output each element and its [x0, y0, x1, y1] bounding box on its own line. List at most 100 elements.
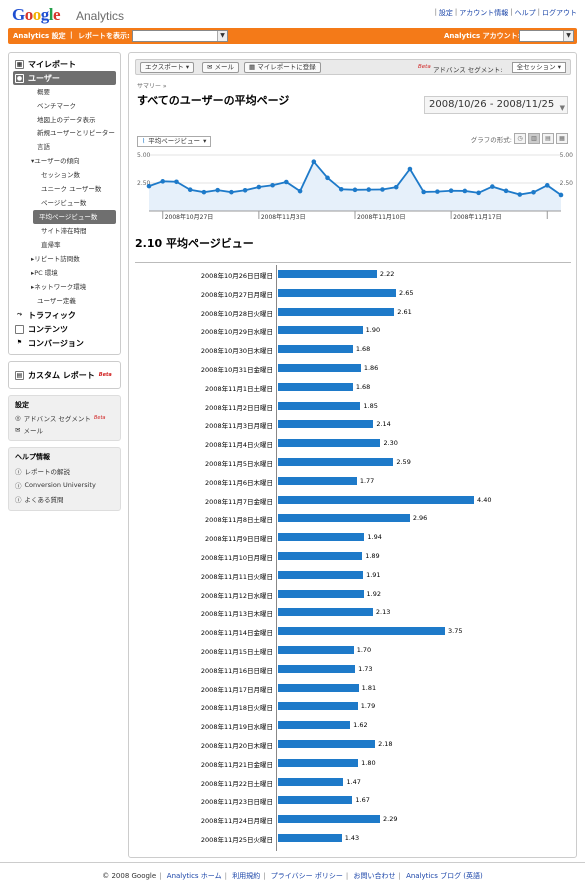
data-point: [448, 188, 454, 194]
data-point: [462, 188, 468, 194]
help-icon: ⓘ: [15, 468, 22, 476]
clock-icon[interactable]: ◷: [514, 133, 526, 144]
add-to-dashboard-button[interactable]: ▦ マイレポートに登録: [244, 62, 321, 73]
account-select[interactable]: ▼: [519, 30, 574, 42]
page-title: すべてのユーザーの平均ページ: [137, 94, 290, 107]
month-view-icon[interactable]: ▦: [556, 133, 568, 144]
bar-row: 2008年11月3日月曜日 2.14: [135, 415, 571, 434]
nav-my-report[interactable]: ▦ マイレポート: [13, 57, 116, 71]
nav-network-properties[interactable]: ▸ネットワーク環境: [13, 280, 116, 294]
data-point: [325, 175, 330, 181]
segment-select[interactable]: 全セッション ▾: [511, 62, 566, 73]
data-point: [215, 187, 220, 193]
category-label: 2008年11月25日火曜日: [200, 835, 273, 844]
email-button-label: メール: [214, 63, 235, 71]
nav-browser-capabilities[interactable]: ▸PC 環境: [13, 266, 116, 280]
category-label: 2008年11月24日月曜日: [200, 817, 273, 826]
report-select[interactable]: ▼: [132, 30, 228, 42]
footer-link-terms[interactable]: 利用規約: [232, 872, 260, 880]
bar-row: 2008年11月4日火曜日 2.30: [135, 434, 571, 453]
export-button[interactable]: エクスポート ▾: [140, 62, 195, 73]
bar-value-label: 1.47: [346, 777, 361, 786]
nav-users[interactable]: ● ユーザー: [13, 71, 116, 85]
nav-time-on-site[interactable]: サイト滞在時間: [13, 224, 116, 238]
top-links: | 設定 | アカウント情報 | ヘルプ | ログアウト: [434, 8, 577, 18]
footer-link-home[interactable]: Analytics ホーム: [167, 872, 222, 880]
nav-content-label: コンテンツ: [28, 324, 68, 334]
email-link[interactable]: ✉ メール: [13, 424, 116, 436]
help-link-report[interactable]: ⓘ レポートの解説: [13, 464, 116, 478]
help-link-faq[interactable]: ⓘ よくある質問: [13, 492, 116, 506]
advanced-segment-label: アドバンス セグメント:: [433, 66, 503, 74]
nav-user-trend[interactable]: ▾ユーザーの傾向: [13, 154, 116, 168]
nav-overview[interactable]: 概要: [13, 85, 116, 99]
nav-new-vs-returning[interactable]: 新規ユーザーとリピーター: [13, 127, 116, 140]
category-label: 2008年11月11日火曜日: [200, 572, 273, 581]
day-view-icon[interactable]: ▥: [528, 133, 540, 144]
week-view-icon[interactable]: ▤: [542, 133, 554, 144]
date-range-picker[interactable]: 2008/10/26 - 2008/11/25 ▼: [424, 96, 568, 114]
segment-select-value: 全セッション: [516, 63, 556, 71]
bar-row: 2008年10月31日金曜日 1.86: [135, 359, 571, 378]
category-label: 2008年11月3日月曜日: [205, 422, 273, 431]
data-point: [490, 184, 495, 189]
nav-traffic[interactable]: ⤳ トラフィック: [13, 308, 116, 322]
nav-languages[interactable]: 言語: [13, 140, 116, 154]
bar: [278, 345, 353, 354]
category-label: 2008年10月27日月曜日: [200, 290, 273, 299]
nav-custom-report[interactable]: ▤ カスタム レポート Beta: [13, 368, 116, 382]
nav-network-properties-label: ネットワーク環境: [34, 283, 87, 291]
settings-link[interactable]: 設定: [439, 8, 453, 18]
logout-link[interactable]: ログアウト: [542, 8, 577, 18]
breadcrumb[interactable]: サマリー »: [137, 81, 167, 90]
nav-traffic-label: トラフィック: [28, 310, 76, 320]
account-info-link[interactable]: アカウント情報: [459, 8, 508, 18]
nav-user-defined[interactable]: ユーザー定義: [13, 294, 116, 308]
category-label: 2008年11月14日金曜日: [200, 629, 273, 638]
data-point: [407, 166, 413, 172]
metric-select[interactable]: ⌇ 平均ページビュー ▾: [137, 136, 212, 147]
footer-link-contact[interactable]: お問い合わせ: [353, 872, 395, 880]
email-button[interactable]: ✉ メール: [202, 62, 240, 73]
google-logo[interactable]: Google: [12, 5, 61, 25]
bar: [278, 288, 397, 297]
bar-value-label: 2.65: [399, 288, 414, 297]
footer-link-privacy[interactable]: プライバシー ポリシー: [271, 872, 343, 880]
beta-badge: Beta: [93, 415, 106, 421]
nav-avg-pageviews[interactable]: 平均ページビュー数: [33, 210, 116, 224]
report-toolbar: エクスポート ▾ ✉ メール ▦ マイレポートに登録 Beta アドバンス セグ…: [135, 59, 571, 75]
nav-benchmark[interactable]: ベンチマーク: [13, 99, 116, 113]
series-area: [149, 161, 561, 211]
bar-chart: 2008年10月26日日曜日 2.22 2008年10月27日月曜日 2.65 2008…: [135, 265, 571, 848]
nav-browser-capabilities-label: PC 環境: [34, 269, 58, 277]
category-label: 2008年11月9日日曜日: [205, 535, 273, 544]
nav-visitor-loyalty[interactable]: ▸リピート訪問数: [13, 252, 116, 266]
help-icon: ⓘ: [15, 496, 22, 504]
email-label: メール: [23, 427, 43, 435]
bar: [278, 608, 373, 617]
bar: [278, 627, 446, 636]
nav-visits[interactable]: セッション数: [13, 168, 116, 182]
bar-value-label: 2.30: [383, 439, 398, 448]
chevron-down-icon: ▼: [559, 104, 565, 112]
data-point: [270, 182, 275, 188]
bar-row: 2008年11月19日水曜日 1.62: [135, 716, 571, 735]
copyright: © 2008 Google: [102, 872, 157, 880]
footer-link-blog[interactable]: Analytics ブログ (英語): [406, 872, 483, 880]
category-label: 2008年10月30日木曜日: [200, 347, 273, 356]
nav-content[interactable]: コンテンツ: [13, 322, 116, 336]
help-link[interactable]: ヘルプ: [515, 8, 536, 18]
nav-conversion[interactable]: ⚑ コンバージョン: [13, 336, 116, 350]
advanced-segment-link[interactable]: ◎ アドバンス セグメント Beta: [13, 412, 116, 424]
bar: [278, 570, 364, 579]
nav-unique-visitors[interactable]: ユニーク ユーザー数: [13, 182, 116, 196]
data-point: [284, 179, 289, 185]
x-tick-label: 2008年10月27日: [165, 213, 214, 221]
category-label: 2008年11月23日日曜日: [200, 798, 273, 807]
settings-heading: 設定: [15, 401, 29, 409]
analytics-settings-link[interactable]: Analytics 設定: [13, 31, 66, 41]
nav-pageviews[interactable]: ページビュー数: [13, 196, 116, 210]
help-link-conversion-university[interactable]: ⓘ Conversion University: [13, 478, 116, 492]
nav-bounce-rate[interactable]: 直帰率: [13, 238, 116, 252]
nav-map-overlay[interactable]: 地図上のデータ表示: [13, 113, 116, 127]
